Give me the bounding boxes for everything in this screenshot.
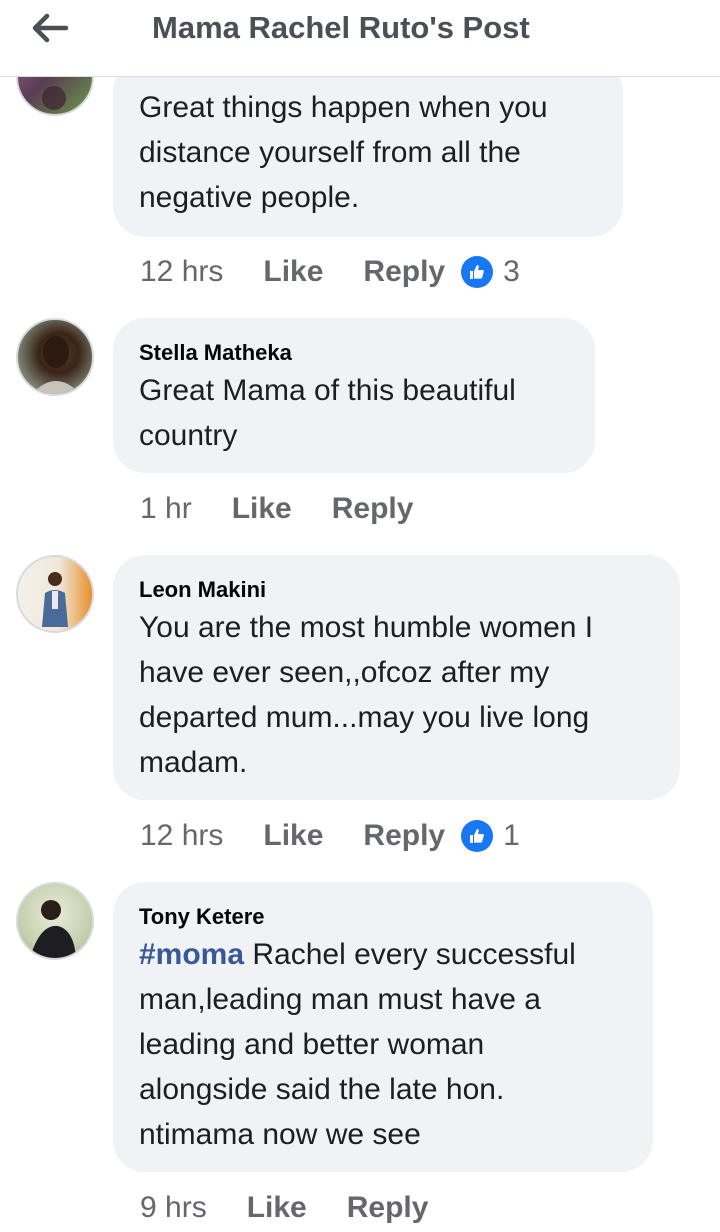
reaction-count[interactable]: 1: [503, 819, 520, 853]
comment-text: alongside said the late hon.: [139, 1073, 505, 1106]
avatar[interactable]: [16, 882, 94, 960]
thumbs-up-icon[interactable]: [461, 820, 494, 852]
back-button[interactable]: [28, 8, 72, 48]
comment-text: Great Mama of this beautiful: [139, 374, 516, 407]
comment-text: distance yourself from all the: [139, 136, 521, 169]
person-photo-icon: [32, 336, 80, 394]
like-button[interactable]: Like: [263, 819, 323, 853]
comment-timestamp[interactable]: 9 hrs: [140, 1191, 207, 1225]
comment-text: Rachel every successful: [244, 938, 576, 971]
top-bar: Mama Rachel Ruto's Post: [0, 0, 720, 77]
reply-button[interactable]: Reply: [363, 819, 445, 853]
comment-timestamp[interactable]: 1 hr: [140, 492, 192, 526]
comment-bubble[interactable]: Leon Makini You are the most humble wome…: [113, 555, 680, 800]
reply-button[interactable]: Reply: [347, 1191, 429, 1225]
comment-text: Great things happen when you: [139, 91, 548, 124]
reply-button[interactable]: Reply: [363, 255, 445, 289]
hashtag-link[interactable]: #moma: [139, 938, 244, 971]
comment-actions: 12 hrs Like Reply 3: [140, 252, 520, 292]
comment-text: departed mum...may you live long: [139, 701, 590, 734]
comment-actions: 9 hrs Like Reply: [140, 1188, 468, 1228]
arrow-left-icon: [32, 13, 69, 43]
commenter-name[interactable]: Tony Ketere: [139, 902, 627, 932]
comment-text: ntimama now we see: [139, 1118, 421, 1151]
person-photo-icon: [30, 900, 76, 958]
comment-text: man,leading man must have a: [139, 983, 541, 1016]
comment-text: negative people.: [139, 181, 360, 214]
reaction-count[interactable]: 3: [503, 255, 520, 289]
commenter-name[interactable]: Leon Makini: [139, 575, 654, 605]
like-button[interactable]: Like: [232, 492, 292, 526]
page-title: Mama Rachel Ruto's Post: [152, 10, 530, 45]
comment-text: have ever seen,,ofcoz after my: [139, 656, 550, 689]
person-photo-icon: [42, 572, 68, 627]
comment-timestamp[interactable]: 12 hrs: [140, 255, 223, 289]
comment-text: madam.: [139, 746, 248, 779]
comment-bubble[interactable]: Great things happen when you distance yo…: [113, 60, 623, 237]
thumbs-up-icon[interactable]: [461, 256, 494, 288]
comment-timestamp[interactable]: 12 hrs: [140, 819, 223, 853]
avatar[interactable]: [16, 318, 94, 396]
comment-text: You are the most humble women I: [139, 611, 594, 644]
comment-actions: 12 hrs Like Reply 1: [140, 816, 520, 856]
comment-actions: 1 hr Like Reply: [140, 489, 453, 529]
like-button[interactable]: Like: [247, 1191, 307, 1225]
reply-button[interactable]: Reply: [332, 492, 414, 526]
like-button[interactable]: Like: [263, 255, 323, 289]
comment-bubble[interactable]: Stella Matheka Great Mama of this beauti…: [113, 318, 595, 473]
comment-text-line: #moma Rachel every successful: [139, 932, 627, 977]
avatar[interactable]: [16, 555, 94, 633]
comment-text: country: [139, 419, 238, 452]
comment-text: leading and better woman: [139, 1028, 485, 1061]
comment-bubble[interactable]: Tony Ketere #moma Rachel every successfu…: [113, 882, 653, 1172]
commenter-name[interactable]: Stella Matheka: [139, 338, 569, 368]
